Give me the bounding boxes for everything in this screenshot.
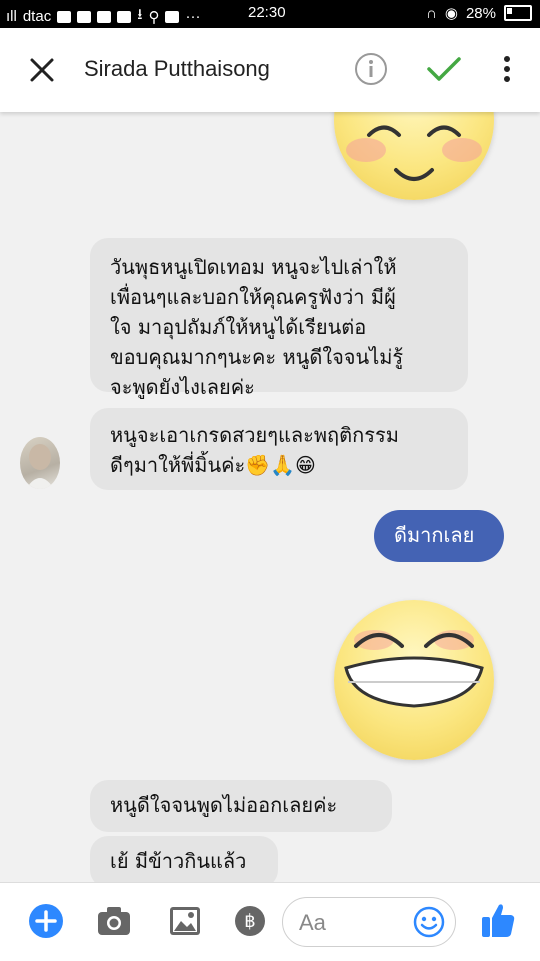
message-bubble-outgoing[interactable]: ดีมากเลย bbox=[374, 510, 504, 562]
emoji-icon[interactable] bbox=[413, 906, 445, 942]
message-line: หนูจะเอาเกรดสวยๆและพฤติกรรม bbox=[110, 423, 399, 447]
status-bar: ıll dtac ⭳ ⚲ ··· 22:30 ∩ ◉ 28% bbox=[0, 0, 540, 28]
contact-avatar[interactable] bbox=[20, 437, 60, 489]
message-line: ใจ มาอุปถัมภ์ให้หนูได้เรียนต่อ bbox=[110, 315, 367, 339]
message-bubble-incoming[interactable]: หนูดีใจจนพูดไม่ออกเลยค่ะ bbox=[90, 780, 392, 832]
mail-icon bbox=[77, 10, 92, 23]
battery-icon bbox=[504, 5, 532, 21]
plus-icon[interactable] bbox=[28, 903, 64, 943]
thumbs-up-icon[interactable] bbox=[480, 901, 516, 943]
youtube-icon bbox=[97, 10, 112, 23]
carrier-name: dtac bbox=[22, 8, 52, 25]
message-line: ดีๆมาให้พี่มิ้นค่ะ✊🙏😁 bbox=[110, 453, 316, 477]
message-input-placeholder: Aa bbox=[299, 910, 326, 935]
signal-icon: ıll bbox=[6, 8, 17, 25]
status-left: ıll dtac ⭳ ⚲ ··· bbox=[6, 4, 200, 29]
svg-text:฿: ฿ bbox=[244, 911, 255, 932]
baht-icon[interactable]: ฿ bbox=[234, 905, 266, 941]
battery-percent: 28% bbox=[465, 4, 496, 22]
message-line: วันพุธหนูเปิดเทอม หนูจะไปเล่าให้ bbox=[110, 255, 397, 279]
message-bubble-incoming[interactable]: หนูจะเอาเกรดสวยๆและพฤติกรรม ดีๆมาให้พี่ม… bbox=[90, 408, 468, 490]
grinning-face-sticker[interactable] bbox=[334, 600, 494, 760]
message-input[interactable]: Aa bbox=[282, 897, 456, 947]
composer-bar: ฿ Aa bbox=[0, 882, 540, 961]
message-line: เพื่อนๆและบอกให้คุณครูฟังว่า มีผู้ bbox=[110, 285, 396, 309]
eye-comfort-icon: ◉ bbox=[444, 5, 458, 22]
contact-name[interactable]: Sirada Putthaisong bbox=[84, 56, 270, 82]
download-icon: ⭳ bbox=[137, 6, 143, 23]
message-bubble-incoming[interactable]: เย้ มีข้าวกินแล้ว bbox=[90, 836, 278, 882]
check-icon[interactable] bbox=[426, 54, 462, 84]
close-icon[interactable] bbox=[28, 56, 56, 84]
facebook-icon bbox=[165, 10, 180, 23]
info-icon[interactable] bbox=[354, 52, 388, 86]
messenger-icon bbox=[117, 10, 132, 23]
message-list[interactable]: วันพุธหนูเปิดเทอม หนูจะไปเล่าให้ เพื่อนๆ… bbox=[0, 112, 540, 882]
more-notifications-icon: ··· bbox=[185, 8, 201, 25]
message-line: จะพูดยังไงเลยค่ะ bbox=[110, 375, 255, 399]
smiling-face-sticker[interactable] bbox=[334, 112, 494, 200]
camera-icon[interactable] bbox=[96, 905, 132, 941]
conversation-header: Sirada Putthaisong bbox=[0, 28, 540, 112]
headset-icon: ∩ bbox=[426, 4, 437, 22]
more-vertical-icon[interactable] bbox=[500, 54, 514, 84]
message-bubble-incoming[interactable]: วันพุธหนูเปิดเทอม หนูจะไปเล่าให้ เพื่อนๆ… bbox=[90, 238, 468, 399]
status-right: ∩ ◉ 28% bbox=[426, 4, 532, 22]
image-icon[interactable] bbox=[168, 905, 202, 941]
line-app-icon bbox=[57, 10, 72, 23]
message-line: ขอบคุณมากๆนะคะ หนูดีใจจนไม่รู้ bbox=[110, 345, 404, 369]
clock: 22:30 bbox=[248, 4, 286, 21]
usb-icon: ⚲ bbox=[148, 8, 160, 26]
